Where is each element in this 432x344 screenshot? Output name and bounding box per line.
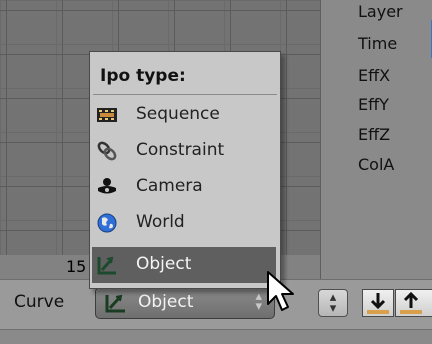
channel-list: Layer Time EffX EffY EffZ ColA bbox=[320, 0, 432, 280]
updown-arrows-icon: ▴ ▾ bbox=[329, 290, 337, 316]
menu-item-object[interactable]: Object bbox=[92, 247, 276, 283]
move-down-button[interactable] bbox=[362, 289, 394, 317]
grid-line bbox=[62, 0, 63, 255]
channel-effy[interactable]: EffY bbox=[358, 95, 389, 114]
menu-item-label: Camera bbox=[136, 176, 203, 196]
object-icon bbox=[105, 294, 125, 313]
channel-effz[interactable]: EffZ bbox=[358, 125, 390, 144]
object-icon bbox=[97, 256, 116, 275]
constraint-icon bbox=[97, 141, 117, 161]
menu-item-label: Constraint bbox=[136, 140, 225, 160]
curve-label: Curve bbox=[14, 292, 65, 312]
ipo-type-select[interactable]: Object ▴ ▾ bbox=[95, 287, 275, 319]
arrow-down-icon bbox=[367, 293, 389, 314]
updown-button[interactable]: ▴ ▾ bbox=[318, 289, 348, 317]
arrow-up-icon bbox=[400, 291, 422, 314]
menu-title: Ipo type: bbox=[100, 66, 186, 86]
ipo-type-menu: Ipo type: Sequence Constraint Camera Wor… bbox=[89, 51, 281, 289]
frame-number: 15 bbox=[66, 257, 87, 276]
grid-line bbox=[6, 0, 7, 255]
sequence-icon bbox=[97, 108, 117, 122]
menu-item-world[interactable]: World bbox=[92, 205, 276, 241]
menu-item-label: Object bbox=[136, 254, 192, 274]
menu-item-camera[interactable]: Camera bbox=[92, 169, 276, 205]
camera-icon bbox=[98, 178, 116, 194]
channel-time[interactable]: Time bbox=[358, 34, 397, 53]
updown-arrows-icon: ▴ ▾ bbox=[255, 289, 262, 314]
grid-line bbox=[286, 0, 287, 255]
channel-effx[interactable]: EffX bbox=[358, 66, 390, 85]
menu-item-sequence[interactable]: Sequence bbox=[92, 97, 276, 133]
ipo-type-value: Object bbox=[138, 292, 194, 312]
channel-cola[interactable]: ColA bbox=[358, 155, 394, 174]
menu-item-constraint[interactable]: Constraint bbox=[92, 133, 276, 169]
menu-item-label: World bbox=[136, 212, 185, 232]
grid-line bbox=[0, 10, 320, 11]
channel-layer[interactable]: Layer bbox=[358, 2, 403, 21]
menu-item-label: Sequence bbox=[136, 104, 220, 124]
move-up-button[interactable] bbox=[395, 289, 432, 317]
mouse-pointer-icon bbox=[267, 271, 294, 311]
bottom-strip bbox=[0, 329, 432, 344]
world-icon bbox=[97, 213, 117, 233]
menu-divider bbox=[93, 94, 277, 95]
